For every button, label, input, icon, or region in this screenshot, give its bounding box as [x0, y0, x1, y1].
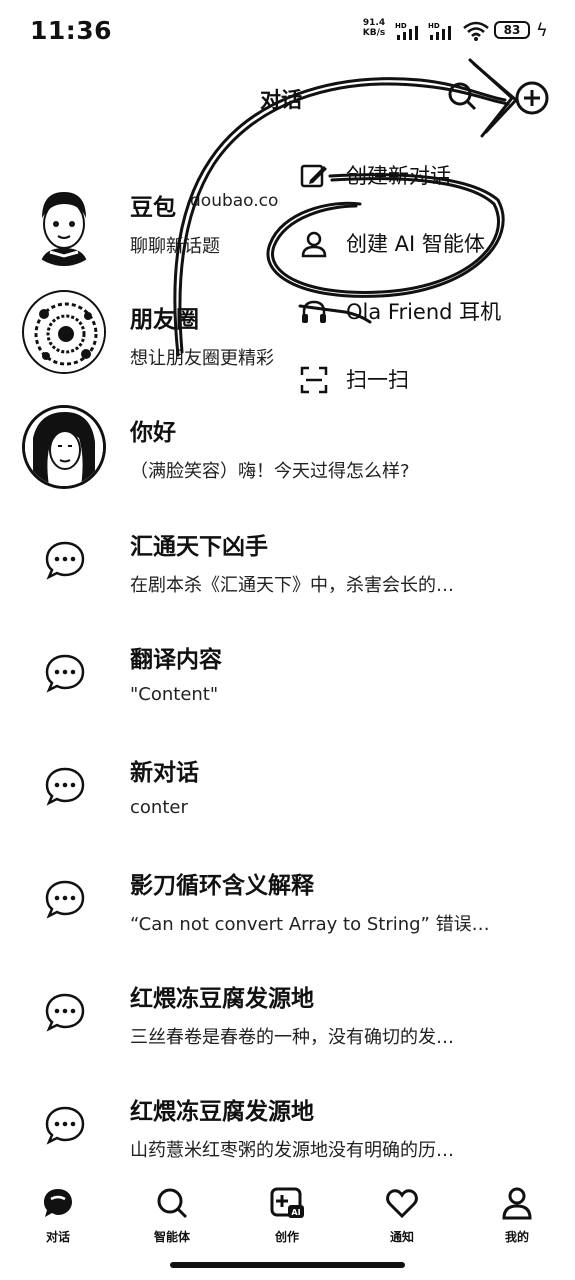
search-icon: [448, 82, 477, 111]
chat-item[interactable]: 新对话 conter: [0, 751, 575, 861]
plus-circle-icon: [515, 81, 549, 115]
menu-item-label: 创建 AI 智能体: [346, 232, 485, 256]
chat-title: 影刀循环含义解释: [130, 873, 314, 899]
chat-preview: 想让朋友圈更精彩: [130, 348, 274, 369]
chat-title: 汇通天下凶手: [130, 534, 268, 560]
menu-item-ola-friend[interactable]: Ola Friend 耳机: [300, 294, 540, 334]
chat-title: 你好: [130, 420, 176, 446]
signal-hd-label: HD: [428, 22, 440, 30]
chat-bubble-icon: [45, 1106, 85, 1145]
status-time: 11:36: [30, 16, 113, 45]
search-icon: [157, 1188, 188, 1219]
circle-avatar: [22, 290, 106, 374]
tab-label: 我的: [504, 1230, 529, 1244]
signal-icon: HD: [395, 22, 418, 40]
search-button[interactable]: [446, 80, 478, 112]
create-ai-badge: AI: [291, 1208, 300, 1217]
chat-bubble-icon: [45, 880, 85, 919]
chat-bubble-icon: [45, 654, 85, 693]
chat-item[interactable]: 翻译内容 "Content": [0, 638, 575, 748]
status-bar: 11:36 91.4 KB/s HD HD 83 ϟ: [0, 0, 575, 62]
chat-title: 红煨冻豆腐发源地: [130, 986, 314, 1012]
chat-bubble-icon: [45, 541, 85, 580]
signal-icon: HD: [428, 22, 451, 40]
chat-title: 红煨冻豆腐发源地: [130, 1099, 314, 1125]
menu-item-scan[interactable]: 扫一扫: [300, 362, 540, 402]
scan-icon: [300, 366, 328, 394]
chat-preview: 三丝春卷是春卷的一种，没有确切的发…: [130, 1027, 454, 1048]
chat-title: 朋友圈: [130, 307, 199, 333]
chat-preview: 在剧本杀《汇通天下》中，杀害会长的…: [130, 575, 454, 596]
tab-create[interactable]: AI 创作: [247, 1180, 327, 1250]
chat-item[interactable]: 影刀循环含义解释 “Can not convert Array to Strin…: [0, 864, 575, 974]
chat-item-hello[interactable]: 你好 （满脸笑容）嗨！今天过得怎么样?: [0, 405, 575, 515]
chat-preview: 聊聊新话题: [130, 236, 220, 257]
chat-preview: （满脸笑容）嗨！今天过得怎么样?: [130, 461, 410, 482]
tab-label: 创作: [274, 1230, 299, 1244]
edit-icon: [300, 164, 327, 188]
menu-item-label: 扫一扫: [346, 368, 409, 392]
wifi-icon: [463, 21, 489, 41]
create-ai-icon: AI: [270, 1187, 304, 1218]
chat-bubble-icon: [45, 767, 85, 806]
chat-preview: “Can not convert Array to String” 错误…: [130, 914, 490, 935]
doubao-avatar: [22, 182, 106, 266]
tab-label: 对话: [45, 1230, 70, 1244]
chat-bubble-icon: [45, 993, 85, 1032]
tab-me[interactable]: 我的: [477, 1180, 557, 1250]
chat-title: 新对话: [130, 760, 199, 786]
headphone-icon: [302, 300, 326, 323]
network-speed-unit: KB/s: [362, 28, 386, 38]
tab-notifications[interactable]: 通知: [362, 1180, 442, 1250]
add-button[interactable]: [514, 80, 550, 116]
heart-icon: [386, 1189, 418, 1219]
chat-title: 翻译内容: [130, 647, 222, 673]
person-avatar: [22, 405, 106, 489]
user-icon: [301, 231, 327, 258]
page-title: 对话: [260, 88, 302, 112]
chat-preview: "Content": [130, 684, 219, 705]
chat-preview: 山药薏米红枣粥的发源地没有明确的历…: [130, 1140, 454, 1161]
chat-preview: conter: [130, 797, 188, 818]
person-icon: [502, 1187, 532, 1220]
chat-item[interactable]: 汇通天下凶手 在剧本杀《汇通天下》中，杀害会长的…: [0, 525, 575, 635]
menu-item-create-agent[interactable]: 创建 AI 智能体: [300, 226, 540, 266]
tab-chat[interactable]: 对话: [18, 1180, 98, 1250]
battery-indicator: 83: [494, 21, 530, 39]
network-speed: 91.4 KB/s: [360, 18, 388, 38]
menu-item-label: Ola Friend 耳机: [346, 300, 502, 324]
chat-item[interactable]: 红煨冻豆腐发源地 三丝春卷是春卷的一种，没有确切的发…: [0, 977, 575, 1087]
chat-title: 豆包: [130, 195, 176, 221]
signal-hd-label: HD: [395, 22, 407, 30]
tab-label: 智能体: [153, 1230, 190, 1244]
add-menu-popup: 创建新对话 创建 AI 智能体 Ola Friend 耳机 扫一扫: [280, 148, 540, 408]
charging-icon: ϟ: [536, 20, 548, 41]
home-indicator: [170, 1262, 405, 1268]
menu-item-new-chat[interactable]: 创建新对话: [300, 158, 540, 198]
network-speed-value: 91.4: [362, 18, 386, 28]
tab-agents[interactable]: 智能体: [132, 1180, 212, 1250]
tab-label: 通知: [389, 1230, 414, 1244]
chat-icon: [44, 1189, 72, 1217]
menu-item-label: 创建新对话: [346, 164, 451, 188]
